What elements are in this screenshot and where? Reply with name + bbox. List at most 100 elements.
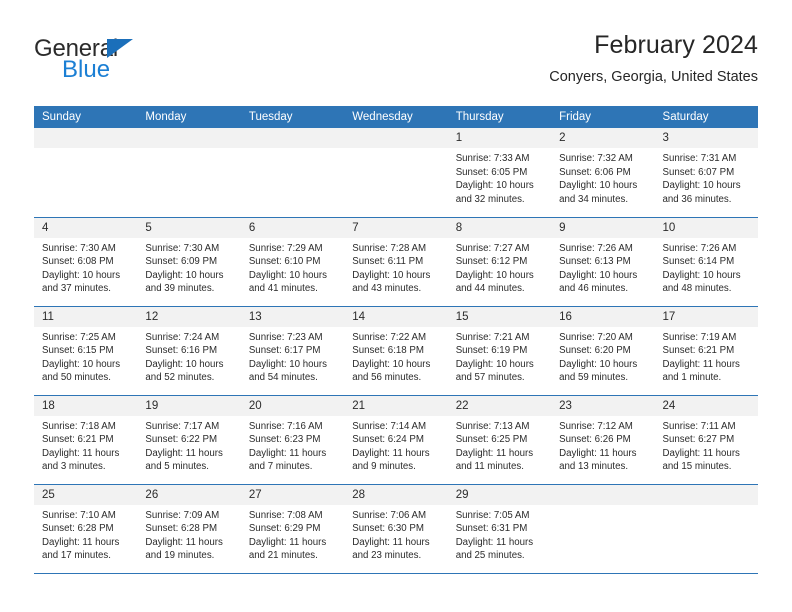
day-number: 6 xyxy=(240,217,345,238)
calendar-day-cell[interactable]: 1 Sunrise: 7:33 AM Sunset: 6:05 PM Daylight… xyxy=(447,128,552,218)
calendar-day-cell[interactable]: 9 Sunrise: 7:26 AM Sunset: 6:13 PM Daylight… xyxy=(551,217,655,307)
daylight-2-text: and 17 minutes. xyxy=(42,550,111,562)
calendar-day-cell[interactable]: 28 Sunrise: 7:06 AM Sunset: 6:30 PM Dayligh… xyxy=(344,484,448,574)
daylight-1-text: Daylight: 10 hours xyxy=(352,358,431,370)
calendar-day-cell[interactable]: 20 Sunrise: 7:16 AM Sunset: 6:23 PM Dayligh… xyxy=(240,395,345,485)
calendar-day-cell[interactable]: 14 Sunrise: 7:22 AM Sunset: 6:18 PM Dayligh… xyxy=(344,306,448,396)
general-blue-logo[interactable]: General Blue xyxy=(34,36,264,94)
sunrise-text: Sunrise: 7:30 AM xyxy=(145,242,220,254)
calendar-day-cell[interactable]: 21 Sunrise: 7:14 AM Sunset: 6:24 PM Dayligh… xyxy=(344,395,448,485)
day-details: Sunrise: 7:28 AM Sunset: 6:11 PM Daylight:… xyxy=(344,238,447,296)
calendar-day-cell[interactable]: 12 Sunrise: 7:24 AM Sunset: 6:16 PM Dayligh… xyxy=(137,306,241,396)
calendar-day-cell[interactable]: 29 Sunrise: 7:05 AM Sunset: 6:31 PM Dayligh… xyxy=(447,484,552,574)
sunset-text: Sunset: 6:29 PM xyxy=(248,523,321,535)
calendar-day-cell[interactable]: 10 Sunrise: 7:26 AM Sunset: 6:14 PM Dayligh… xyxy=(654,217,758,307)
daylight-1-text: Daylight: 10 hours xyxy=(559,358,638,370)
logo-text-blue: Blue xyxy=(62,56,111,83)
daylight-2-text: and 46 minutes. xyxy=(559,283,629,295)
day-number: 7 xyxy=(344,217,448,238)
daylight-2-text: and 52 minutes. xyxy=(145,372,215,384)
daylight-2-text: and 56 minutes. xyxy=(352,372,422,384)
sunrise-text: Sunrise: 7:18 AM xyxy=(42,420,116,432)
calendar-day-cell[interactable]: 24 Sunrise: 7:11 AM Sunset: 6:27 PM Dayligh… xyxy=(654,395,758,485)
day-details: Sunrise: 7:22 AM Sunset: 6:18 PM Daylight:… xyxy=(344,327,447,385)
calendar-week-row: 25 Sunrise: 7:10 AM Sunset: 6:28 PM Dayligh… xyxy=(34,484,758,574)
daylight-1-text: Daylight: 11 hours xyxy=(455,536,534,548)
daylight-2-text: and 1 minute. xyxy=(662,372,722,384)
calendar-day-cell[interactable]: 4 Sunrise: 7:30 AM Sunset: 6:08 PM Daylight… xyxy=(34,217,138,307)
calendar-day-cell[interactable]: 13 Sunrise: 7:23 AM Sunset: 6:17 PM Dayligh… xyxy=(240,306,345,396)
sunrise-text: Sunrise: 7:30 AM xyxy=(42,242,116,254)
sunset-text: Sunset: 6:16 PM xyxy=(145,345,218,357)
calendar-day-cell[interactable]: 27 Sunrise: 7:08 AM Sunset: 6:29 PM Dayligh… xyxy=(240,484,345,574)
calendar-day-cell[interactable]: 16 Sunrise: 7:20 AM Sunset: 6:20 PM Dayligh… xyxy=(551,306,655,396)
calendar-day-cell[interactable]: 2 Sunrise: 7:32 AM Sunset: 6:06 PM Daylight… xyxy=(551,128,655,218)
daylight-1-text: Daylight: 10 hours xyxy=(248,358,327,370)
day-details xyxy=(34,148,137,152)
day-details: Sunrise: 7:05 AM Sunset: 6:31 PM Daylight:… xyxy=(448,505,551,563)
day-number: 13 xyxy=(240,306,345,327)
day-number: 10 xyxy=(654,217,758,238)
calendar-day-cell[interactable]: 6 Sunrise: 7:29 AM Sunset: 6:10 PM Daylight… xyxy=(240,217,345,307)
day-details: Sunrise: 7:33 AM Sunset: 6:05 PM Daylight:… xyxy=(448,148,551,206)
day-number: 22 xyxy=(447,395,552,416)
day-details: Sunrise: 7:26 AM Sunset: 6:13 PM Daylight:… xyxy=(551,238,654,296)
day-number: 23 xyxy=(551,395,655,416)
calendar-day-cell[interactable]: 7 Sunrise: 7:28 AM Sunset: 6:11 PM Daylight… xyxy=(344,217,448,307)
sunset-text: Sunset: 6:23 PM xyxy=(248,434,321,446)
calendar-day-cell-empty xyxy=(137,128,241,218)
daylight-1-text: Daylight: 11 hours xyxy=(248,447,327,459)
weekday-header-row: Sunday Monday Tuesday Wednesday Thursday Frid… xyxy=(34,106,758,128)
daylight-2-text: and 5 minutes. xyxy=(145,461,209,473)
daylight-2-text: and 59 minutes. xyxy=(559,372,629,384)
day-number: 27 xyxy=(240,484,345,505)
daylight-1-text: Daylight: 10 hours xyxy=(352,269,431,281)
sunset-text: Sunset: 6:30 PM xyxy=(352,523,424,535)
day-details: Sunrise: 7:25 AM Sunset: 6:15 PM Daylight:… xyxy=(34,327,137,385)
calendar-day-cell[interactable]: 8 Sunrise: 7:27 AM Sunset: 6:12 PM Daylight… xyxy=(447,217,552,307)
calendar-week-row: 4 Sunrise: 7:30 AM Sunset: 6:08 PM Daylight… xyxy=(34,217,758,307)
sunrise-text: Sunrise: 7:06 AM xyxy=(352,509,427,521)
calendar-day-cell-empty xyxy=(240,128,345,218)
sunset-text: Sunset: 6:21 PM xyxy=(42,434,114,446)
calendar-day-cell[interactable]: 23 Sunrise: 7:12 AM Sunset: 6:26 PM Dayligh… xyxy=(551,395,655,485)
sunset-text: Sunset: 6:11 PM xyxy=(352,256,424,268)
sunrise-sunset-calendar: Sunday Monday Tuesday Wednesday Thursday Frid… xyxy=(34,106,758,574)
daylight-2-text: and 39 minutes. xyxy=(145,283,215,295)
weekday-header-saturday: Saturday xyxy=(654,106,758,128)
day-details: Sunrise: 7:13 AM Sunset: 6:25 PM Daylight:… xyxy=(448,416,551,474)
calendar-day-cell[interactable]: 25 Sunrise: 7:10 AM Sunset: 6:28 PM Dayligh… xyxy=(34,484,138,574)
calendar-day-cell[interactable]: 11 Sunrise: 7:25 AM Sunset: 6:15 PM Dayligh… xyxy=(34,306,138,396)
day-number: 2 xyxy=(551,128,655,148)
sunset-text: Sunset: 6:18 PM xyxy=(352,345,424,357)
calendar-day-cell[interactable]: 17 Sunrise: 7:19 AM Sunset: 6:21 PM Dayligh… xyxy=(654,306,758,396)
calendar-day-cell[interactable]: 22 Sunrise: 7:13 AM Sunset: 6:25 PM Dayligh… xyxy=(447,395,552,485)
sunset-text: Sunset: 6:27 PM xyxy=(662,434,735,446)
weekday-header-tuesday: Tuesday xyxy=(240,106,345,128)
calendar-day-cell[interactable]: 15 Sunrise: 7:21 AM Sunset: 6:19 PM Dayligh… xyxy=(447,306,552,396)
daylight-1-text: Daylight: 11 hours xyxy=(352,536,430,548)
calendar-day-cell[interactable]: 3 Sunrise: 7:31 AM Sunset: 6:07 PM Daylight… xyxy=(654,128,758,218)
day-number: 14 xyxy=(344,306,448,327)
daylight-1-text: Daylight: 11 hours xyxy=(662,358,740,370)
weekday-header-wednesday: Wednesday xyxy=(344,106,448,128)
calendar-day-cell[interactable]: 18 Sunrise: 7:18 AM Sunset: 6:21 PM Dayligh… xyxy=(34,395,138,485)
sunset-text: Sunset: 6:05 PM xyxy=(455,166,528,178)
calendar-day-cell[interactable]: 5 Sunrise: 7:30 AM Sunset: 6:09 PM Daylight… xyxy=(137,217,241,307)
daylight-1-text: Daylight: 10 hours xyxy=(248,269,327,281)
calendar-day-cell[interactable]: 26 Sunrise: 7:09 AM Sunset: 6:28 PM Dayligh… xyxy=(137,484,241,574)
day-details: Sunrise: 7:10 AM Sunset: 6:28 PM Daylight:… xyxy=(34,505,137,563)
sunset-text: Sunset: 6:31 PM xyxy=(455,523,528,535)
daylight-2-text: and 43 minutes. xyxy=(352,283,422,295)
daylight-1-text: Daylight: 11 hours xyxy=(145,536,223,548)
day-number: 26 xyxy=(137,484,241,505)
calendar-day-cell[interactable]: 19 Sunrise: 7:17 AM Sunset: 6:22 PM Dayligh… xyxy=(137,395,241,485)
day-details: Sunrise: 7:17 AM Sunset: 6:22 PM Daylight:… xyxy=(137,416,240,474)
sunrise-text: Sunrise: 7:16 AM xyxy=(248,420,323,432)
daylight-2-text: and 9 minutes. xyxy=(352,461,416,473)
weekday-header-sunday: Sunday xyxy=(34,106,138,128)
daylight-1-text: Daylight: 10 hours xyxy=(455,180,534,192)
day-number: 9 xyxy=(551,217,655,238)
calendar-day-cell-empty xyxy=(551,484,655,574)
day-details: Sunrise: 7:11 AM Sunset: 6:27 PM Daylight:… xyxy=(655,416,758,474)
